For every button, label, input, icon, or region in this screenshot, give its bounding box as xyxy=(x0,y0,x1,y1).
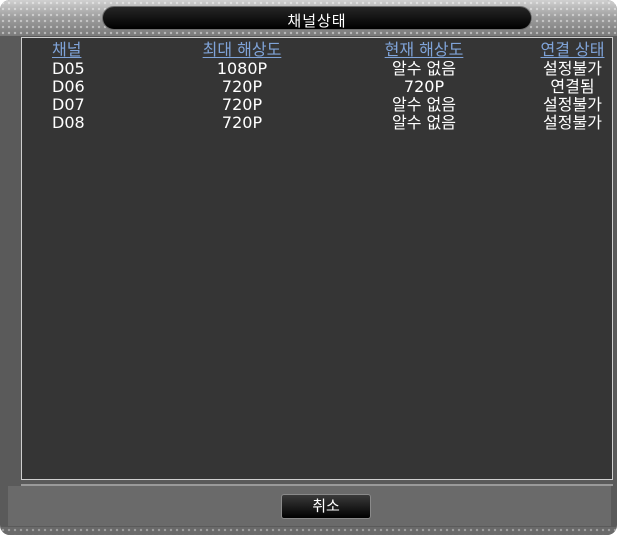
table-cell-connection-status: 설정불가 xyxy=(543,113,602,132)
table-cell-current-resolution: 알수 없음 xyxy=(392,95,456,114)
table-cell-channel: D08 xyxy=(52,113,85,132)
column-header-current-resolution: 현재 해상도 xyxy=(384,40,464,59)
column-header-channel: 채널 xyxy=(52,40,82,59)
table-cell-max-resolution: 720P xyxy=(221,77,263,96)
table-cell-connection-status: 연결됨 xyxy=(550,77,595,96)
column-header-connection-status: 연결 상태 xyxy=(540,40,605,59)
table-cell-current-resolution: 알수 없음 xyxy=(392,59,456,78)
title-pill: 채널상태 xyxy=(102,6,532,30)
cancel-button[interactable]: 취소 xyxy=(281,494,371,519)
table-cell-channel: D05 xyxy=(52,59,85,78)
table-cell-current-resolution: 720P xyxy=(403,77,445,96)
channel-status-dialog: 채널상태 채널 최대 해상도 현재 해상도 연결 상태 D05 1080P 알수… xyxy=(0,0,617,535)
table-cell-max-resolution: 720P xyxy=(221,113,263,132)
table-cell-channel: D07 xyxy=(52,95,85,114)
table-cell-current-resolution: 알수 없음 xyxy=(392,113,456,132)
title-bar: 채널상태 xyxy=(0,0,617,36)
table-cell-connection-status: 설정불가 xyxy=(543,95,602,114)
table-cell-channel: D06 xyxy=(52,77,85,96)
table-cell-max-resolution: 720P xyxy=(221,95,263,114)
frame-border xyxy=(0,527,617,535)
column-header-max-resolution: 최대 해상도 xyxy=(202,40,282,59)
channel-table: 채널 최대 해상도 현재 해상도 연결 상태 D05 1080P 알수 없음 설… xyxy=(21,37,613,480)
dialog-title: 채널상태 xyxy=(287,12,347,30)
table-cell-connection-status: 설정불가 xyxy=(543,59,602,78)
table-cell-max-resolution: 1080P xyxy=(216,59,268,78)
